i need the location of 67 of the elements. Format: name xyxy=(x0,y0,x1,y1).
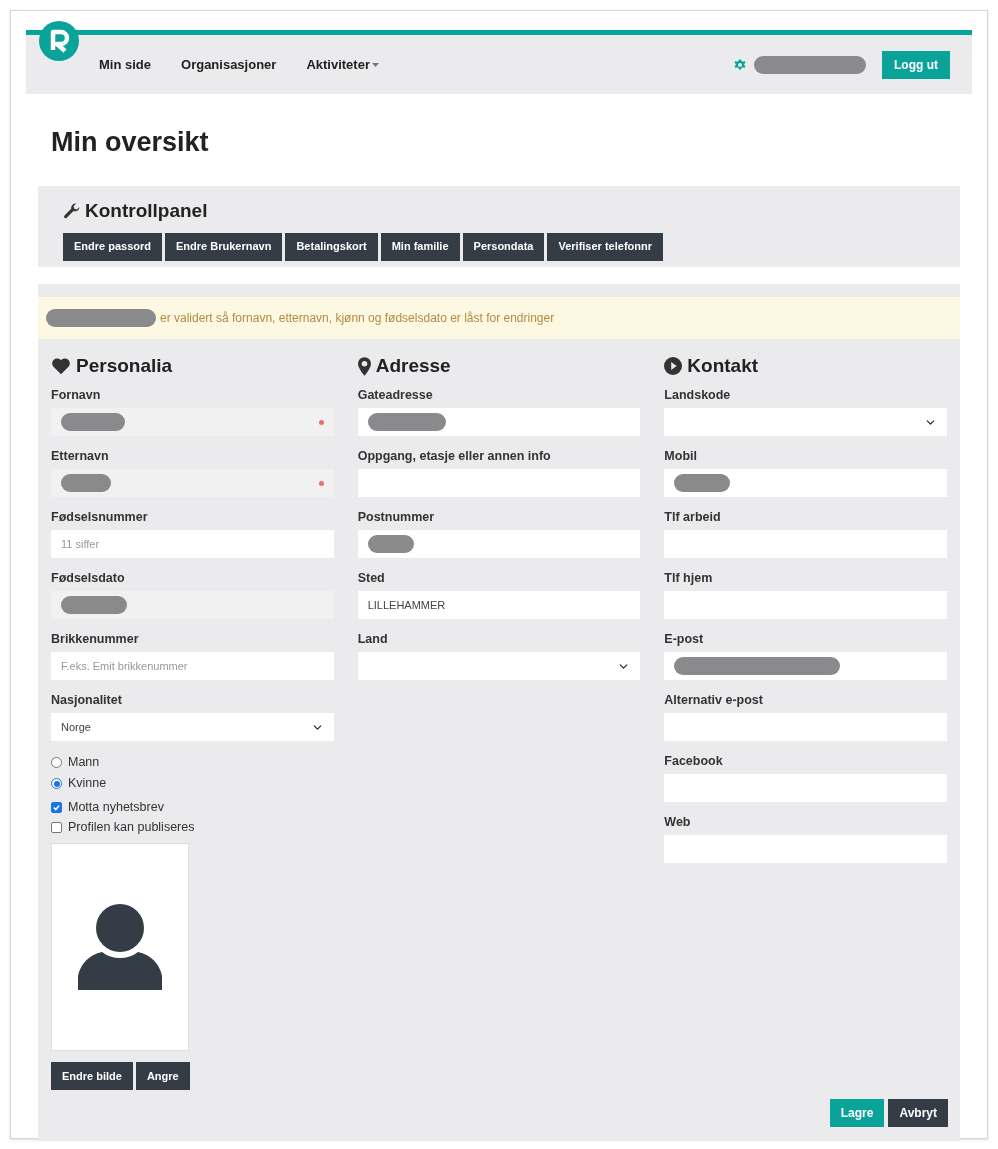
panel-button[interactable]: Min familie xyxy=(380,232,460,261)
field-label: Fødselsdato xyxy=(51,570,126,587)
redaction-mark xyxy=(61,413,125,431)
field-label: Sted xyxy=(357,570,386,587)
radio-label: Kvinne xyxy=(68,775,107,793)
section-title: Adresse xyxy=(375,353,451,378)
heart-icon xyxy=(51,357,71,375)
panel-button[interactable]: Endre passord xyxy=(63,232,163,261)
redaction-mark xyxy=(61,474,111,492)
section-title: Kontakt xyxy=(687,353,759,378)
field-label: Etternavn xyxy=(51,448,110,465)
select-field[interactable] xyxy=(664,408,947,436)
nav-link[interactable]: Aktiviteter xyxy=(306,54,379,75)
notice-text: er validert så fornavn, etternavn, kjønn og fødselsdato er låst for endringer xyxy=(160,310,555,327)
field-label: Fødselsnummer xyxy=(51,509,149,526)
panel-button[interactable]: Endre Brukernavn xyxy=(165,232,283,261)
map-pin-icon xyxy=(357,356,371,376)
field-label: Nasjonalitet xyxy=(51,692,123,709)
radio-button[interactable] xyxy=(51,757,62,768)
field-label: Mobil xyxy=(664,448,698,465)
input-field[interactable] xyxy=(51,591,334,619)
field-label: Tlf arbeid xyxy=(664,509,722,526)
play-circle-icon xyxy=(664,357,683,375)
checkbox[interactable] xyxy=(51,821,62,833)
panel-button[interactable]: Verifiser telefonnr xyxy=(547,232,663,261)
photo-button[interactable]: Endre bilde xyxy=(51,1062,133,1090)
field-label: E-post xyxy=(664,631,705,648)
wrench-icon xyxy=(63,202,81,221)
field-label: Fornavn xyxy=(51,387,102,404)
cancel-button[interactable]: Avbryt xyxy=(888,1099,948,1127)
select-field[interactable]: Norge xyxy=(51,713,334,741)
field-label: Land xyxy=(357,631,389,648)
user-silhouette-icon xyxy=(78,904,162,990)
checkbox-label: Motta nyhetsbrev xyxy=(68,798,164,816)
panel-button[interactable]: Persondata xyxy=(462,232,545,261)
input-field[interactable] xyxy=(51,469,334,497)
field-label: Tlf hjem xyxy=(664,570,714,587)
redaction-mark xyxy=(674,474,731,492)
section-title: Personalia xyxy=(76,353,173,378)
field-label: Landskode xyxy=(664,387,732,404)
radio-label: Mann xyxy=(68,754,100,772)
field-label: Oppgang, etasje eller annen info xyxy=(357,448,552,465)
panel-title: Kontrollpanel xyxy=(85,199,208,223)
field-label: Alternativ e-post xyxy=(664,692,764,709)
checkbox[interactable] xyxy=(51,801,62,813)
select-field[interactable] xyxy=(357,652,641,680)
nav-link[interactable]: Min side xyxy=(99,54,151,75)
input-field[interactable] xyxy=(357,408,641,436)
redaction-mark xyxy=(61,596,127,614)
field-label: Facebook xyxy=(664,753,724,770)
radio-button[interactable] xyxy=(51,778,62,789)
settings-icon[interactable] xyxy=(734,58,746,71)
photo-button[interactable]: Angre xyxy=(135,1062,190,1090)
page-title: Min oversikt xyxy=(51,126,210,159)
checkbox-label: Profilen kan publiseres xyxy=(68,818,195,836)
input-field[interactable] xyxy=(51,408,334,436)
nav-link[interactable]: Organisasjoner xyxy=(181,54,277,75)
field-label: Gateadresse xyxy=(357,387,434,404)
field-label: Postnummer xyxy=(357,509,436,526)
field-label: Brikkenummer xyxy=(51,631,140,648)
input-field[interactable] xyxy=(664,652,947,680)
redaction-mark xyxy=(367,535,414,553)
field-label: Web xyxy=(664,814,692,831)
panel-button[interactable]: Betalingskort xyxy=(285,232,378,261)
input-field[interactable] xyxy=(357,530,641,558)
input-field[interactable]: LILLEHAMMER xyxy=(357,591,641,619)
input-field[interactable] xyxy=(664,469,947,497)
